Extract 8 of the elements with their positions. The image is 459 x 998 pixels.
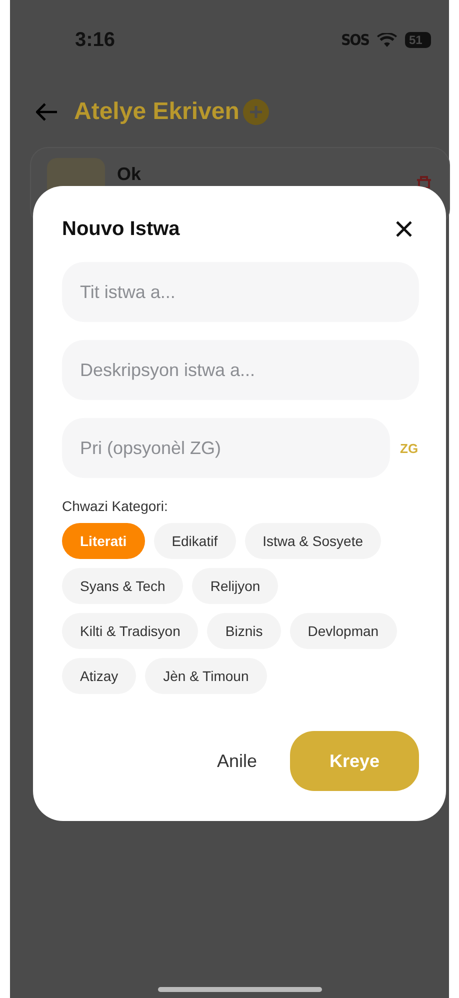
- story-title: Ok: [117, 164, 142, 185]
- currency-label: ZG: [400, 440, 419, 456]
- category-label: Chwazi Kategori:: [62, 498, 169, 514]
- page-title: Atelye Ekriven: [74, 98, 240, 126]
- status-time: 3:16: [75, 28, 116, 52]
- dialog-title: Nouvo Istwa: [62, 218, 180, 240]
- carrier-text: SOS: [341, 31, 369, 49]
- battery-icon: 51: [405, 32, 431, 48]
